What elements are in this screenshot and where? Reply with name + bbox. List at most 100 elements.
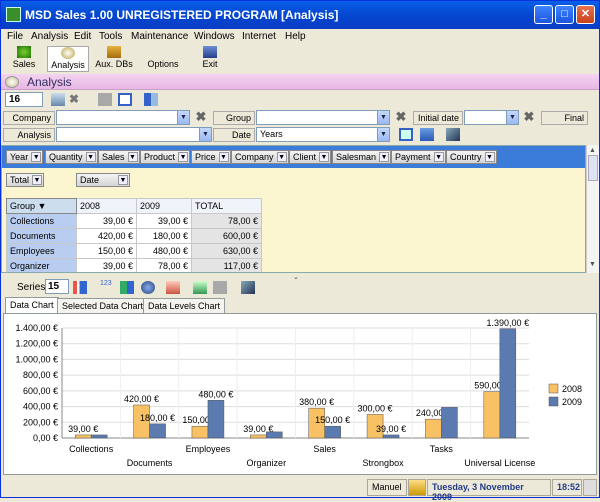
toolbar-options[interactable]: Options <box>144 46 182 72</box>
table-row[interactable]: Employees 150,00 € 480,00 € 630,00 € <box>6 243 262 259</box>
chevron-down-icon[interactable]: ▼ <box>118 175 129 185</box>
clear-initial-date-icon[interactable]: ✖ <box>522 110 536 124</box>
field-year[interactable]: Year ▼ <box>6 150 44 164</box>
company-label: Company <box>3 111 55 125</box>
field-company[interactable]: Company ▼ <box>231 150 289 164</box>
tab-data-chart[interactable]: Data Chart <box>5 297 59 313</box>
pivot-scrollbar[interactable]: ▲ ▼ <box>586 145 599 273</box>
chevron-down-icon[interactable]: ▼ <box>484 152 495 162</box>
analysis-number-field[interactable]: 16 <box>5 92 43 107</box>
initial-date-combo[interactable]: ▼ <box>464 110 519 125</box>
chevron-down-icon[interactable]: ▼ <box>377 128 389 141</box>
clear-company-icon[interactable]: ✖ <box>194 110 208 124</box>
tab-data-levels-chart[interactable]: Data Levels Chart <box>143 298 226 313</box>
field-salesman[interactable]: Salesman ▼ <box>332 150 392 164</box>
toolbar-aux-dbs[interactable]: Aux. DBs <box>93 46 135 72</box>
column-header: 2009 <box>136 198 192 214</box>
field-sales[interactable]: Sales ▼ <box>98 150 140 164</box>
y-tick-label: 200,00 € <box>23 417 58 427</box>
chevron-down-icon[interactable]: ▼ <box>178 152 189 162</box>
chevron-down-icon[interactable]: ▼ <box>177 111 189 124</box>
globe-icon[interactable] <box>141 281 155 294</box>
scroll-thumb[interactable] <box>588 155 598 181</box>
toolbar-analysis[interactable]: Analysis <box>47 46 89 72</box>
row-field-group[interactable]: Group ▼ <box>6 198 77 214</box>
chevron-down-icon[interactable]: ▼ <box>31 152 42 162</box>
save-icon[interactable] <box>98 93 112 106</box>
delete-icon[interactable]: ✖ <box>69 93 83 106</box>
bar-chart-icon[interactable] <box>73 281 87 294</box>
close-button[interactable]: ✕ <box>576 5 595 24</box>
x-tick-label: Collections <box>69 444 114 454</box>
menu-maintenance[interactable]: Maintenance <box>131 31 188 42</box>
refresh-icon[interactable] <box>193 281 207 294</box>
maximize-button[interactable]: □ <box>555 5 574 24</box>
table-row[interactable]: Organizer 39,00 € 78,00 € 117,00 € <box>6 258 262 272</box>
search-tool-icon[interactable] <box>51 93 65 106</box>
field-price[interactable]: Price ▼ <box>191 150 231 164</box>
chevron-down-icon[interactable]: ▼ <box>319 152 330 162</box>
chevron-down-icon[interactable]: ▼ <box>199 128 211 141</box>
menu-edit[interactable]: Edit <box>74 31 91 42</box>
field-quantity[interactable]: Quantity ▼ <box>45 150 98 164</box>
legend-swatch <box>548 383 559 394</box>
field-product[interactable]: Product ▼ <box>140 150 191 164</box>
minimize-button[interactable]: _ <box>534 5 553 24</box>
table-row[interactable]: Documents 420,00 € 180,00 € 600,00 € <box>6 228 262 244</box>
chevron-down-icon[interactable]: ▼ <box>218 152 229 162</box>
export-icon[interactable] <box>166 281 180 294</box>
chevron-down-icon[interactable]: ▼ <box>433 152 444 162</box>
bar-2009 <box>382 434 400 439</box>
chevron-down-icon[interactable]: ▼ <box>85 152 96 162</box>
field-client[interactable]: Client ▼ <box>289 150 332 164</box>
clear-group-icon[interactable]: ✖ <box>394 110 408 124</box>
y-tick-label: 1.200,00 € <box>15 339 58 349</box>
tab-selected-data-chart[interactable]: Selected Data Chart <box>57 298 149 313</box>
toolbar-sales[interactable]: Sales <box>5 46 43 72</box>
x-tick-label: Organizer <box>247 458 287 468</box>
chevron-down-icon[interactable]: ▼ <box>377 111 389 124</box>
company-combo[interactable]: ▼ <box>56 110 190 125</box>
menu-analysis[interactable]: Analysis <box>31 31 68 42</box>
title-bar[interactable]: MSD Sales 1.00 UNREGISTERED PROGRAM [Ana… <box>1 1 599 29</box>
chevron-down-icon[interactable]: ▼ <box>127 152 138 162</box>
print-icon[interactable] <box>446 128 460 141</box>
field-country[interactable]: Country ▼ <box>446 150 497 164</box>
analysis-combo[interactable]: ▼ <box>56 127 212 142</box>
numbers-icon[interactable]: 123 <box>100 280 114 293</box>
menu-internet[interactable]: Internet <box>242 31 276 42</box>
chevron-down-icon[interactable]: ▼ <box>32 175 43 185</box>
grid-chart-icon[interactable] <box>120 281 134 294</box>
menu-tools[interactable]: Tools <box>99 31 122 42</box>
options-icon <box>156 46 170 58</box>
layout-icon[interactable] <box>144 93 158 106</box>
toolbar-exit[interactable]: Exit <box>194 46 226 72</box>
menu-windows[interactable]: Windows <box>194 31 235 42</box>
group-combo[interactable]: ▼ <box>256 110 390 125</box>
chevron-down-icon[interactable]: ▼ <box>379 152 390 162</box>
table-row[interactable]: Collections 39,00 € 39,00 € 78,00 € <box>6 213 262 229</box>
print-chart-icon[interactable] <box>241 281 255 294</box>
cell-value: 39,00 € <box>136 213 192 229</box>
menu-file[interactable]: File <box>7 31 23 42</box>
window-icon[interactable] <box>118 93 132 106</box>
chevron-down-icon[interactable]: ▼ <box>276 152 287 162</box>
chart-pane: 0,00 € 200,00 € 400,00 € 600,00 € 800,00 € 1.… <box>3 313 597 475</box>
section-header: Analysis <box>1 74 599 90</box>
resize-grip-icon[interactable] <box>583 479 597 496</box>
calendar-icon[interactable] <box>420 128 434 141</box>
scroll-down-icon[interactable]: ▼ <box>589 261 596 268</box>
field-payment[interactable]: Payment ▼ <box>391 150 446 164</box>
data-field-total[interactable]: Total ▼ <box>6 173 45 187</box>
date-combo[interactable]: Years ▼ <box>256 127 390 142</box>
scroll-up-icon[interactable]: ▲ <box>589 147 596 154</box>
save-chart-icon[interactable] <box>213 281 227 294</box>
data-label: 39,00 € <box>68 424 98 434</box>
y-tick-label: 1.000,00 € <box>15 354 58 364</box>
table-icon[interactable] <box>399 128 413 141</box>
menu-help[interactable]: Help <box>285 31 306 42</box>
analysis-label: Analysis <box>3 128 55 142</box>
chevron-down-icon[interactable]: ▼ <box>506 111 518 124</box>
column-field-date[interactable]: Date ▼ <box>76 173 131 187</box>
series-field[interactable]: 15 <box>45 279 69 294</box>
